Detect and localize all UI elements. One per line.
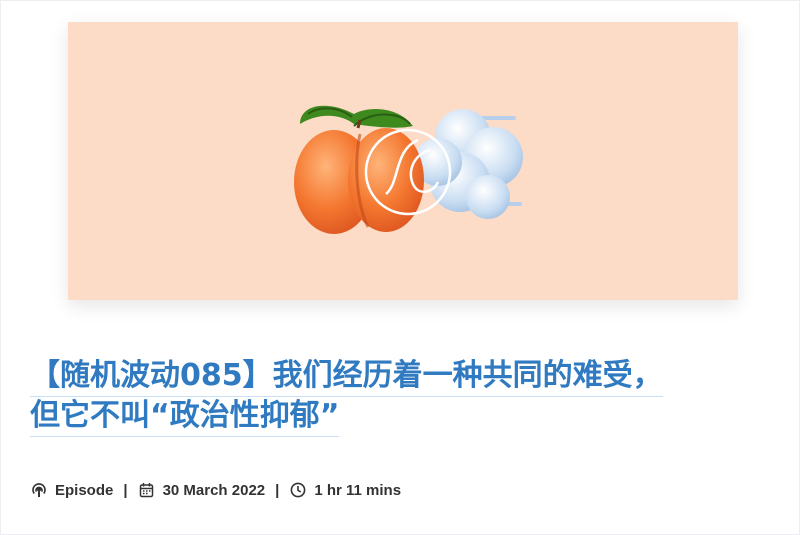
- meta-separator: |: [275, 481, 280, 499]
- calendar-icon: [138, 482, 155, 499]
- episode-cover-image[interactable]: [68, 22, 738, 300]
- meta-separator: |: [123, 481, 128, 499]
- episode-type-label: Episode: [55, 481, 114, 499]
- cover-artwork: [294, 105, 523, 234]
- episode-title-line-1[interactable]: 【随机波动085】我们经历着一种共同的难受，: [30, 358, 663, 397]
- podcast-icon: [30, 482, 47, 499]
- episode-title[interactable]: 【随机波动085】我们经历着一种共同的难受， 但它不叫“政治性抑郁”: [30, 356, 770, 437]
- episode-duration: 1 hr 11 mins: [314, 481, 402, 499]
- episode-card: 【随机波动085】我们经历着一种共同的难受， 但它不叫“政治性抑郁” Episo…: [0, 0, 800, 535]
- episode-meta: Episode | 30 March 2022 | 1 hr 11 mins: [30, 478, 401, 502]
- cloud-icon: [414, 109, 523, 219]
- clock-icon: [289, 482, 306, 499]
- episode-title-line-2[interactable]: 但它不叫“政治性抑郁”: [30, 398, 340, 437]
- episode-date: 30 March 2022: [162, 481, 266, 499]
